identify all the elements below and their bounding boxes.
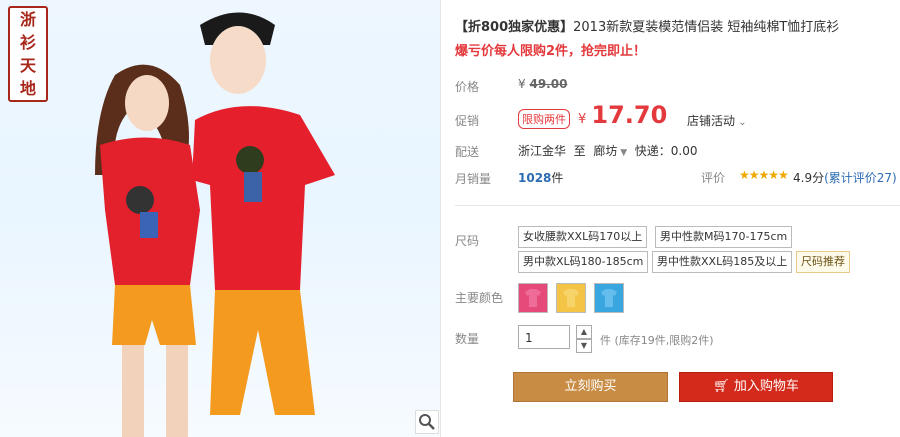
current-price-value: 17.70	[591, 101, 668, 129]
original-price: ¥ 49.00	[518, 77, 567, 91]
currency-symbol: ¥	[578, 112, 587, 127]
decrease-button[interactable]: ▼	[576, 339, 592, 353]
rating-stars: ★★★★★	[739, 168, 789, 182]
express-fee: 快递：0.00	[634, 144, 698, 158]
color-swatch[interactable]	[556, 283, 586, 313]
color-swatch[interactable]	[594, 283, 624, 313]
price-label: 价格	[455, 80, 480, 94]
rating-label: 评价	[701, 171, 726, 185]
original-price-value: 49.00	[529, 77, 568, 91]
color-label: 主要颜色	[455, 291, 504, 305]
brand-logo: 浙 衫 天 地	[8, 6, 48, 102]
monthly-sales-label: 月销量	[455, 172, 492, 186]
store-activity-dropdown[interactable]: 店铺活动 ⌄	[687, 112, 747, 129]
rating-score: 4.9分	[793, 171, 825, 185]
shipping-label: 配送	[455, 145, 480, 159]
title-prefix: 【折800独家优惠】	[455, 20, 574, 35]
brand-char: 衫	[19, 32, 36, 52]
shipping-info: 浙江金华 至 廊坊 ▼ 快递：0.00	[518, 142, 698, 159]
caret-down-icon: ▼	[617, 148, 628, 158]
color-swatch[interactable]	[518, 283, 548, 313]
promo-price-label: 促销	[455, 114, 480, 128]
size-label: 尺码	[455, 234, 480, 248]
monthly-sales: 1028件	[518, 169, 563, 186]
product-info: 【折800独家优惠】2013新款夏装模范情侣装 短袖纯棉T恤打底衫 爆亏价每人限…	[455, 0, 900, 437]
tshirt-blue-icon	[595, 284, 623, 312]
product-title: 【折800独家优惠】2013新款夏装模范情侣装 短袖纯棉T恤打底衫	[455, 16, 895, 35]
current-price: ¥ 17.70	[578, 101, 667, 129]
brand-char: 浙	[19, 9, 36, 29]
couple-photo	[95, 12, 335, 437]
ship-to-select[interactable]: 廊坊 ▼	[593, 144, 627, 158]
buy-now-button[interactable]: 立刻购买	[513, 372, 668, 402]
tshirt-pink-icon	[519, 284, 547, 312]
size-option[interactable]: 男中款XL码180-185cm	[518, 251, 649, 273]
brand-char: 天	[19, 55, 36, 75]
quantity-input[interactable]: 1	[518, 325, 570, 349]
stock-info: 件 (库存19件,限购2件)	[600, 334, 714, 347]
purchase-limit-badge: 限购两件	[518, 109, 570, 129]
product-photo[interactable]: 浙 衫 天 地	[0, 0, 441, 437]
add-to-cart-button[interactable]: 🛒︎ 加入购物车	[679, 372, 833, 402]
zoom-button[interactable]	[415, 410, 439, 434]
store-activity-label: 店铺活动	[687, 114, 736, 128]
increase-button[interactable]: ▲	[576, 325, 592, 339]
currency-symbol: ¥	[518, 77, 526, 91]
reviews-link[interactable]: (累计评价27)	[824, 171, 897, 185]
magnifier-icon	[419, 414, 435, 430]
ship-to-word: 至	[573, 144, 586, 158]
add-to-cart-label: 加入购物车	[733, 379, 799, 394]
sales-count: 1028	[518, 171, 552, 185]
sales-unit: 件	[551, 171, 564, 185]
rating-text: 4.9分(累计评价27)	[793, 169, 897, 186]
size-option[interactable]: 女收腰款XXL码170以上	[518, 226, 648, 248]
tshirt-yellow-icon	[557, 284, 585, 312]
chevron-down-icon: ⌄	[735, 117, 747, 128]
promo-text: 爆亏价每人限购2件，抢完即止！	[455, 44, 647, 59]
quantity-label: 数量	[455, 332, 480, 346]
cart-icon: 🛒︎	[713, 379, 730, 394]
ship-from: 浙江金华	[518, 144, 567, 158]
size-recommend-button[interactable]: 尺码推荐	[796, 251, 850, 273]
divider	[455, 205, 900, 206]
size-option[interactable]: 男中性款M码170-175cm	[655, 226, 793, 248]
brand-char: 地	[19, 78, 36, 98]
title-text: 2013新款夏装模范情侣装 短袖纯棉T恤打底衫	[573, 20, 840, 35]
quantity-stepper: ▲ ▼	[576, 325, 592, 353]
ship-to: 廊坊	[593, 144, 618, 158]
size-option[interactable]: 男中性款XXL码185及以上	[652, 251, 793, 273]
